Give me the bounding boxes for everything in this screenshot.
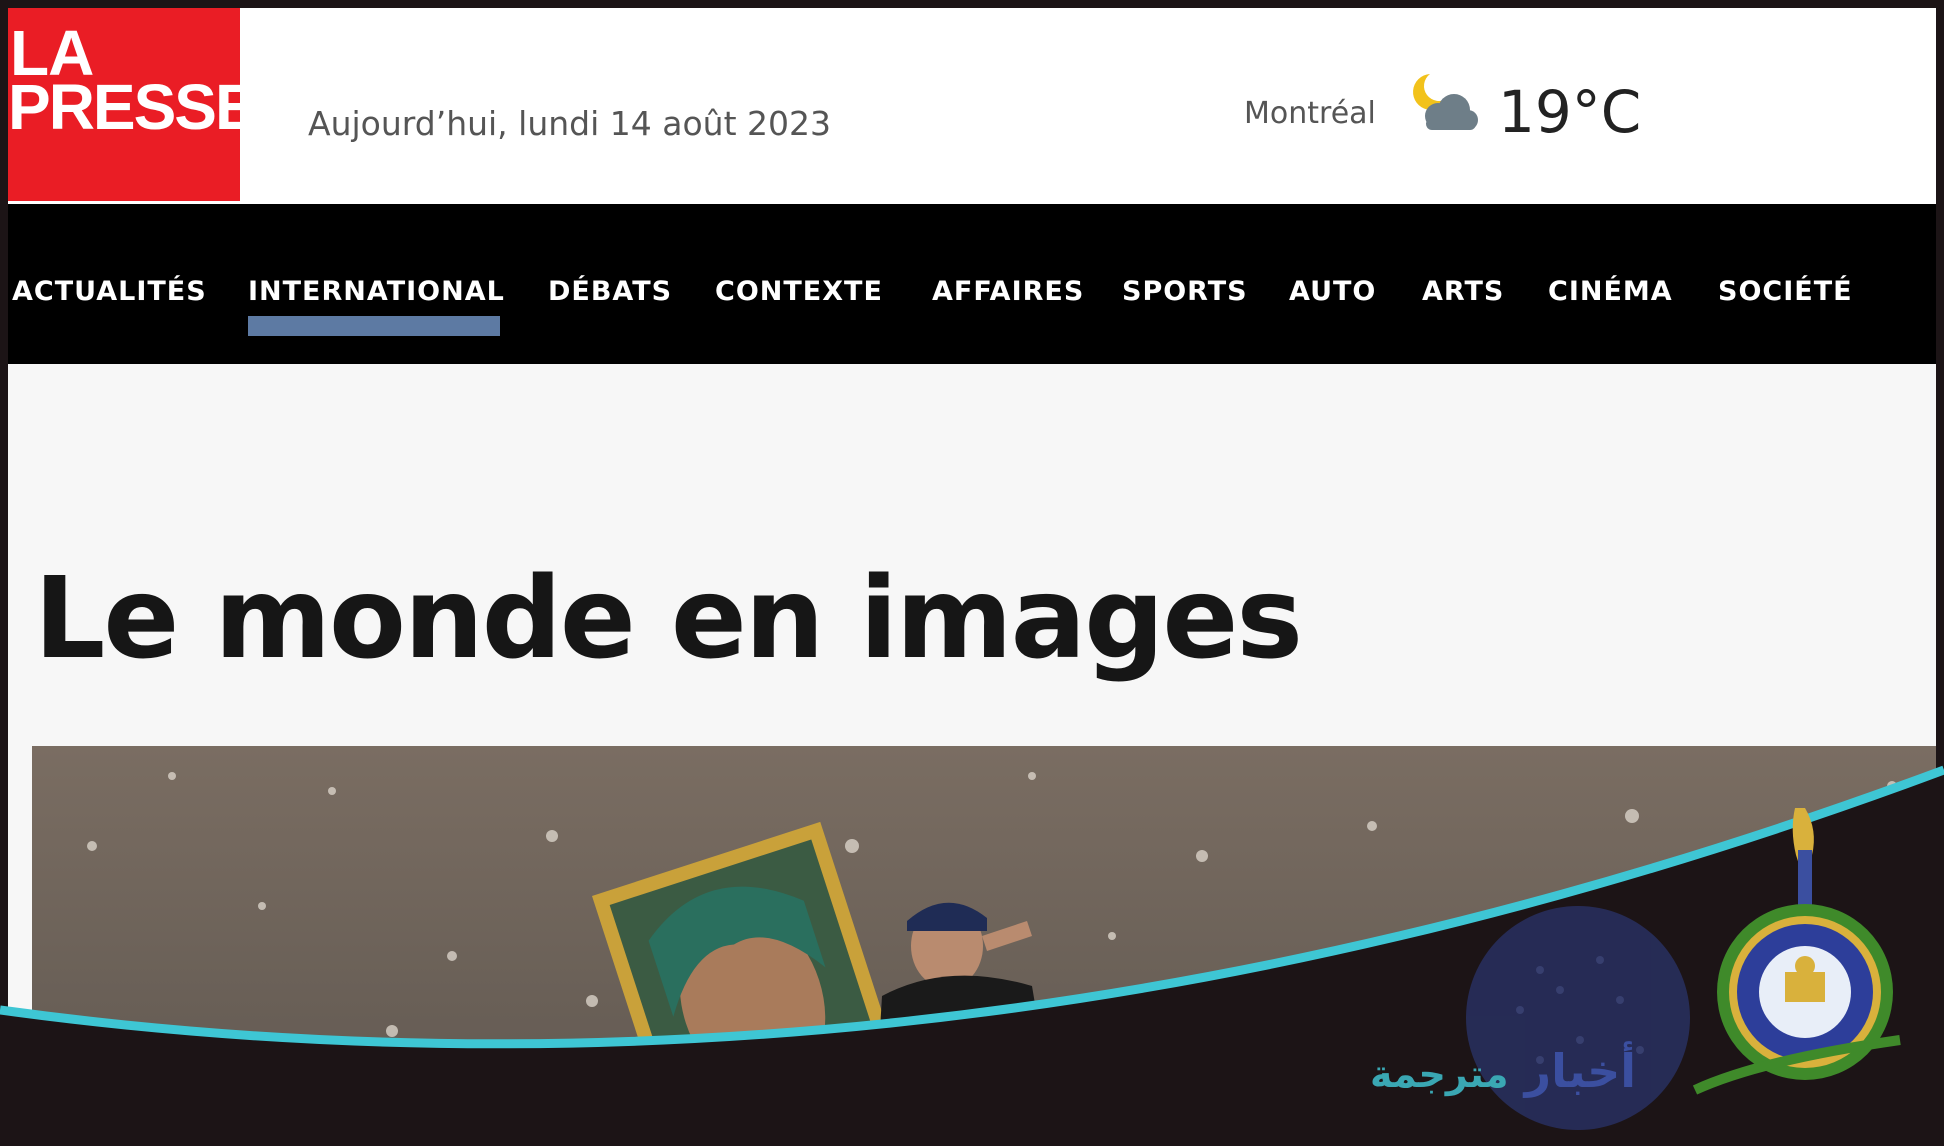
news-word: أخبار bbox=[1524, 1044, 1637, 1098]
news-subtitle: مترجمة bbox=[1370, 1052, 1509, 1096]
translated-news-label: أخبار مترجمة bbox=[1370, 1044, 1636, 1098]
watermark-overlay bbox=[0, 765, 1944, 1146]
